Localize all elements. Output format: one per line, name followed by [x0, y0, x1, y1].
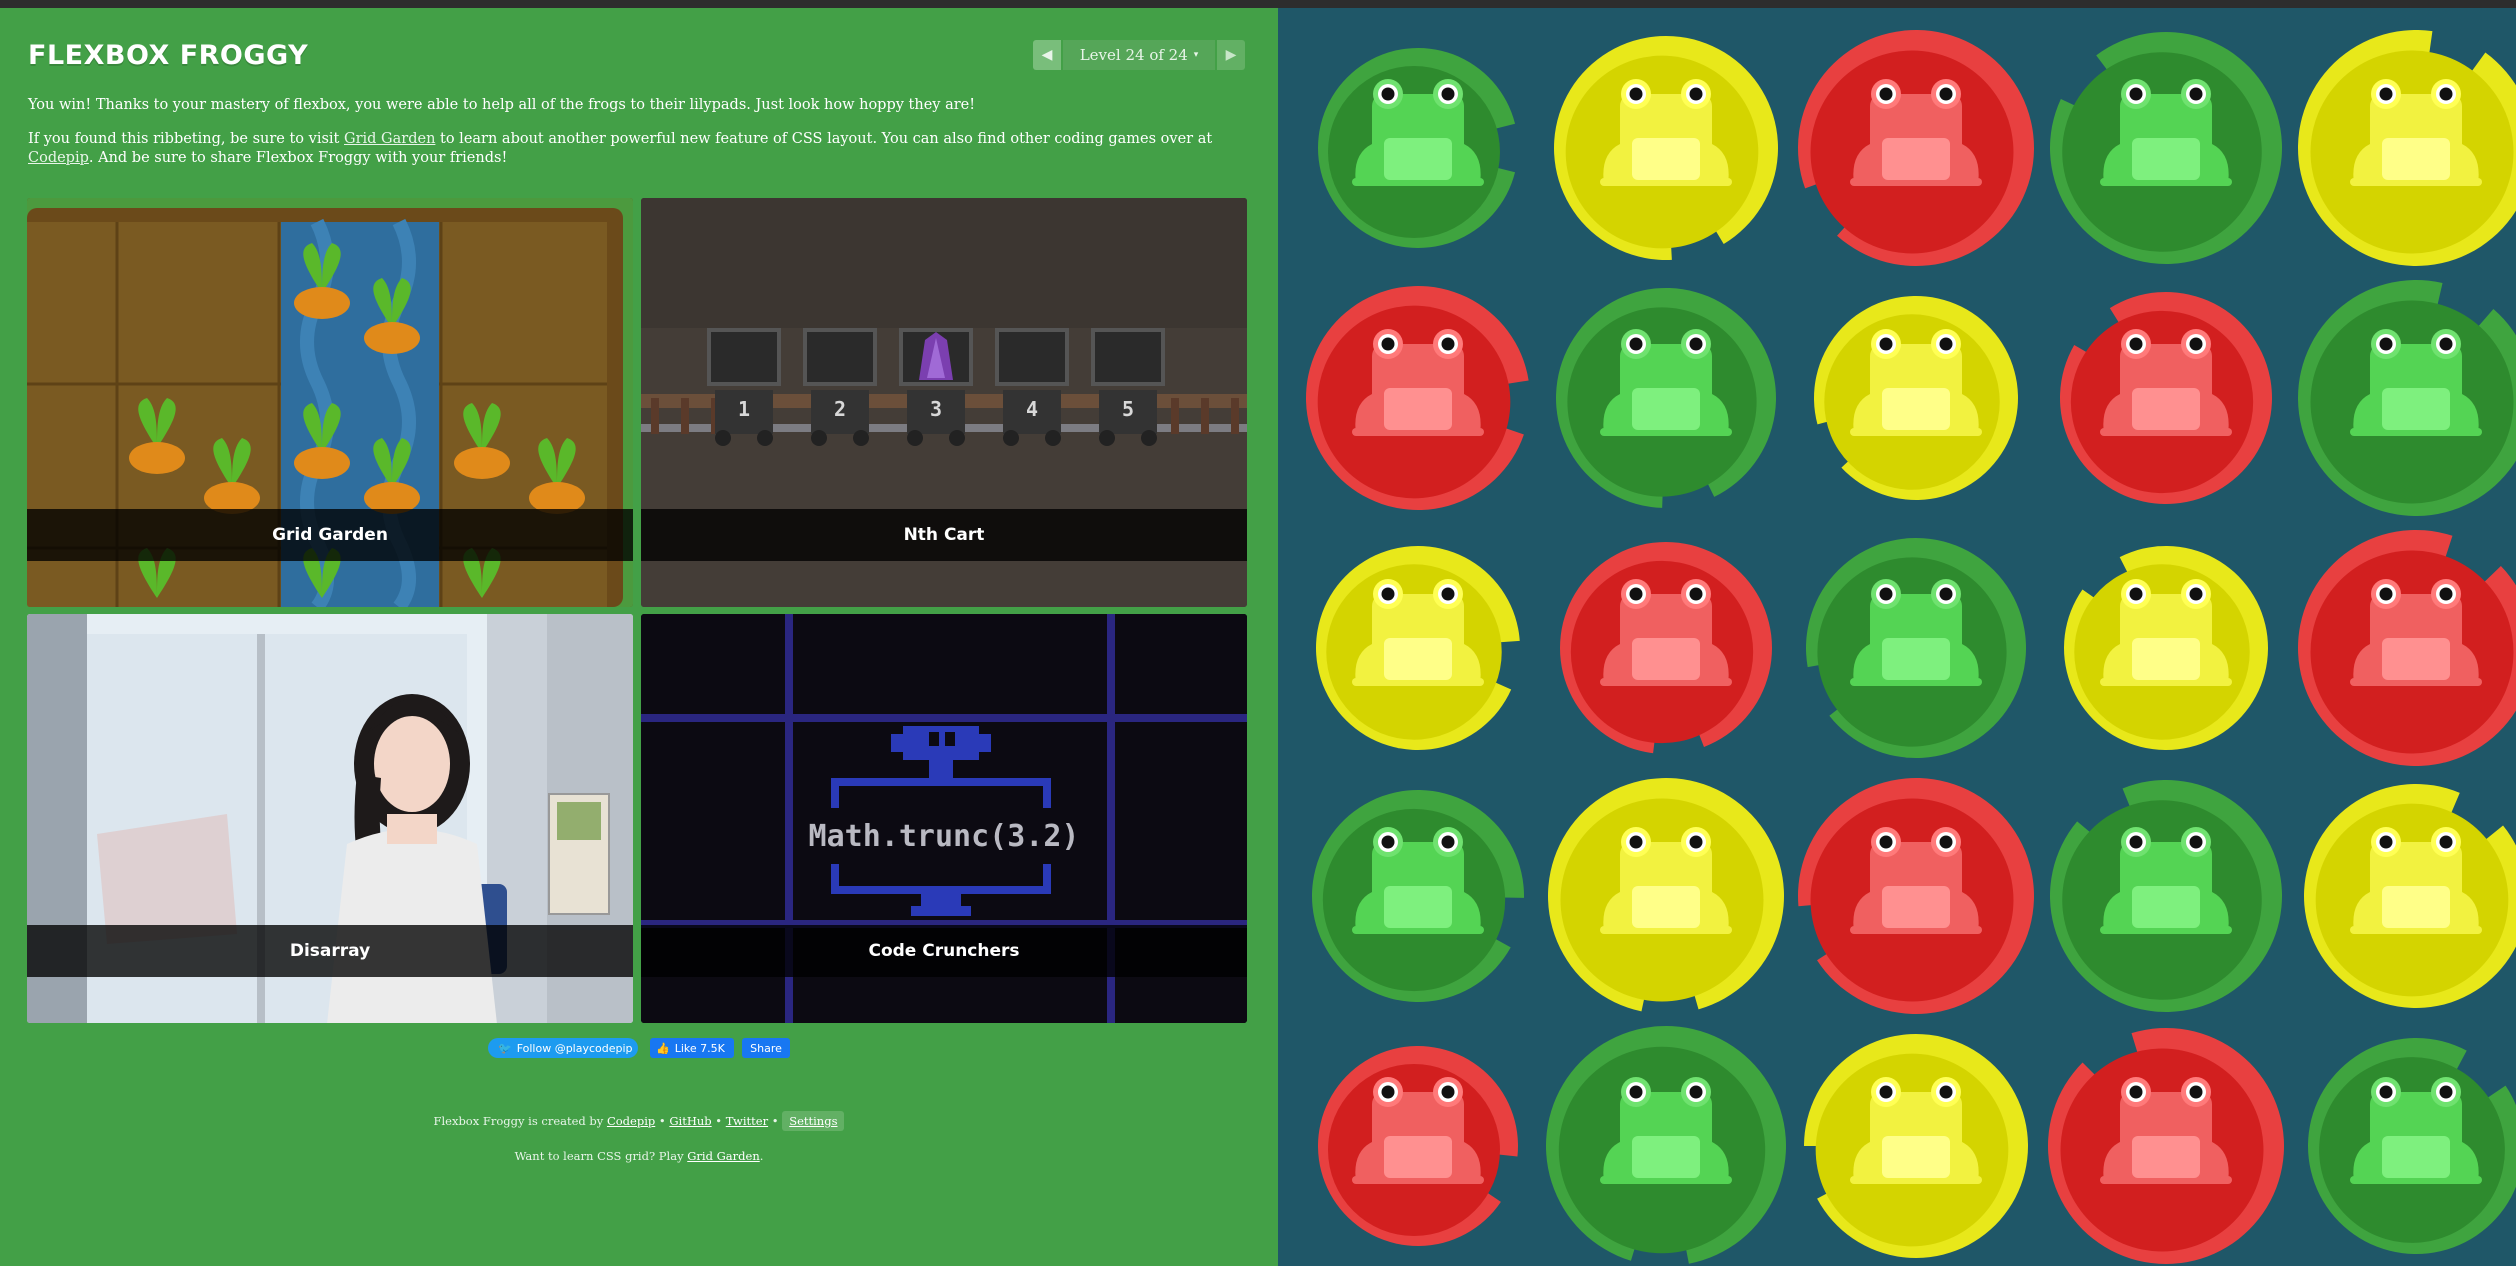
twitter-follow-button[interactable]: 🐦 Follow @playcodepip: [488, 1038, 638, 1058]
share-text-1: If you found this ribbeting, be sure to …: [28, 131, 344, 147]
lilypad-green: [1801, 533, 2031, 763]
app-title: FLEXBOX FROGGY: [28, 40, 309, 71]
lilypad-yellow: [1311, 541, 1525, 755]
caret-down-icon: ▾: [1193, 50, 1199, 60]
footer-github-link[interactable]: GitHub: [669, 1114, 711, 1128]
browser-top-strip: [0, 0, 2516, 8]
lilypad-yellow: [2293, 25, 2516, 271]
previous-level-button[interactable]: ◀: [1033, 40, 1061, 70]
lilypad-green: [2045, 27, 2287, 269]
lilypad-red: [2293, 525, 2516, 771]
lilypad-red: [2055, 287, 2277, 509]
lilypad-yellow: [1809, 291, 2023, 505]
lilypad-green: [2303, 1033, 2516, 1259]
pond: [1278, 8, 2516, 1266]
credits-text: Flexbox Froggy is created by: [433, 1114, 607, 1128]
share-text-2: to learn about another powerful new feat…: [435, 131, 1213, 147]
next-level-button[interactable]: ▶: [1217, 40, 1245, 70]
level-indicator-label: Level 24 of 24: [1079, 46, 1188, 64]
triangle-left-icon: ◀: [1041, 47, 1053, 63]
lilypad-red: [1793, 25, 2039, 271]
code-expression: Math.trunc(3.2): [809, 819, 1080, 854]
cart-number-3: 3: [930, 397, 942, 421]
footer-separator-2: •: [711, 1114, 726, 1128]
facebook-like-label: Like 7.5K: [674, 1041, 725, 1055]
settings-button[interactable]: Settings: [782, 1111, 845, 1131]
triangle-right-icon: ▶: [1225, 47, 1237, 63]
lilypad-green: [1313, 43, 1523, 253]
lilypad-red: [1793, 773, 2039, 1019]
thumbs-up-icon: 👍: [656, 1041, 670, 1055]
grid-garden-link[interactable]: Grid Garden: [344, 131, 435, 147]
grid-promo-period: .: [759, 1149, 764, 1163]
game-tile-grid-garden[interactable]: Grid Garden: [27, 198, 633, 607]
lilypad-green: [1541, 1021, 1791, 1266]
lilypad-yellow: [2299, 779, 2516, 1013]
cart-number-1: 1: [738, 397, 750, 421]
nth-cart-label: Nth Cart: [641, 509, 1247, 561]
game-tile-disarray[interactable]: Disarray: [27, 614, 633, 1023]
twitter-follow-label: Follow @playcodepip: [516, 1041, 633, 1055]
lilypad-red: [2043, 1023, 2289, 1266]
win-message: You win! Thanks to your mastery of flexb…: [28, 97, 976, 113]
sidebar: FLEXBOX FROGGY ◀ Level 24 of 24 ▾ ▶ You …: [0, 8, 1278, 1266]
codepip-link[interactable]: Codepip: [28, 150, 89, 166]
grid-promo-line: Want to learn CSS grid? Play Grid Garden…: [0, 1149, 1278, 1163]
grid-promo-text: Want to learn CSS grid? Play: [514, 1149, 688, 1163]
facebook-share-button[interactable]: Share: [742, 1038, 790, 1058]
lilypad-red: [1313, 1041, 1523, 1251]
facebook-like-button[interactable]: 👍 Like 7.5K: [650, 1038, 734, 1058]
level-navigator: ◀ Level 24 of 24 ▾ ▶: [1033, 40, 1245, 70]
footer-separator-3: •: [768, 1114, 783, 1128]
share-text-3: . And be sure to share Flexbox Froggy wi…: [88, 150, 508, 166]
cart-number-2: 2: [834, 397, 846, 421]
credits-line: Flexbox Froggy is created by Codepip • G…: [0, 1111, 1278, 1131]
cart-number-4: 4: [1026, 397, 1038, 421]
lilypad-yellow: [2059, 541, 2273, 755]
lilypad-green: [2045, 775, 2287, 1017]
lilypad-yellow: [1543, 773, 1789, 1019]
level-indicator[interactable]: Level 24 of 24 ▾: [1063, 40, 1215, 70]
disarray-label: Disarray: [27, 925, 633, 977]
lilypad-green: [2293, 275, 2516, 521]
footer-codepip-link[interactable]: Codepip: [607, 1114, 655, 1128]
share-message: If you found this ribbeting, be sure to …: [28, 130, 1248, 168]
game-tile-code-crunchers[interactable]: Math.trunc(3.2) Code Crunchers: [641, 614, 1247, 1023]
game-tile-nth-cart[interactable]: 1 2 3 4 5 Nth Cart: [641, 198, 1247, 607]
footer-twitter-link[interactable]: Twitter: [726, 1114, 768, 1128]
facebook-share-label: Share: [750, 1041, 782, 1055]
lilypad-red: [1555, 537, 1777, 759]
grid-garden-label: Grid Garden: [27, 509, 633, 561]
footer-grid-garden-link[interactable]: Grid Garden: [687, 1149, 760, 1163]
twitter-bird-icon: 🐦: [498, 1041, 512, 1055]
cart-number-5: 5: [1122, 397, 1134, 421]
lilypad-green: [1307, 785, 1529, 1007]
lilypad-red: [1301, 281, 1535, 515]
code-crunchers-label: Code Crunchers: [641, 925, 1247, 977]
lilypad-green: [1551, 283, 1781, 513]
footer-separator-1: •: [655, 1114, 670, 1128]
lilypad-yellow: [1799, 1029, 2033, 1263]
lilypad-yellow: [1549, 31, 1783, 265]
